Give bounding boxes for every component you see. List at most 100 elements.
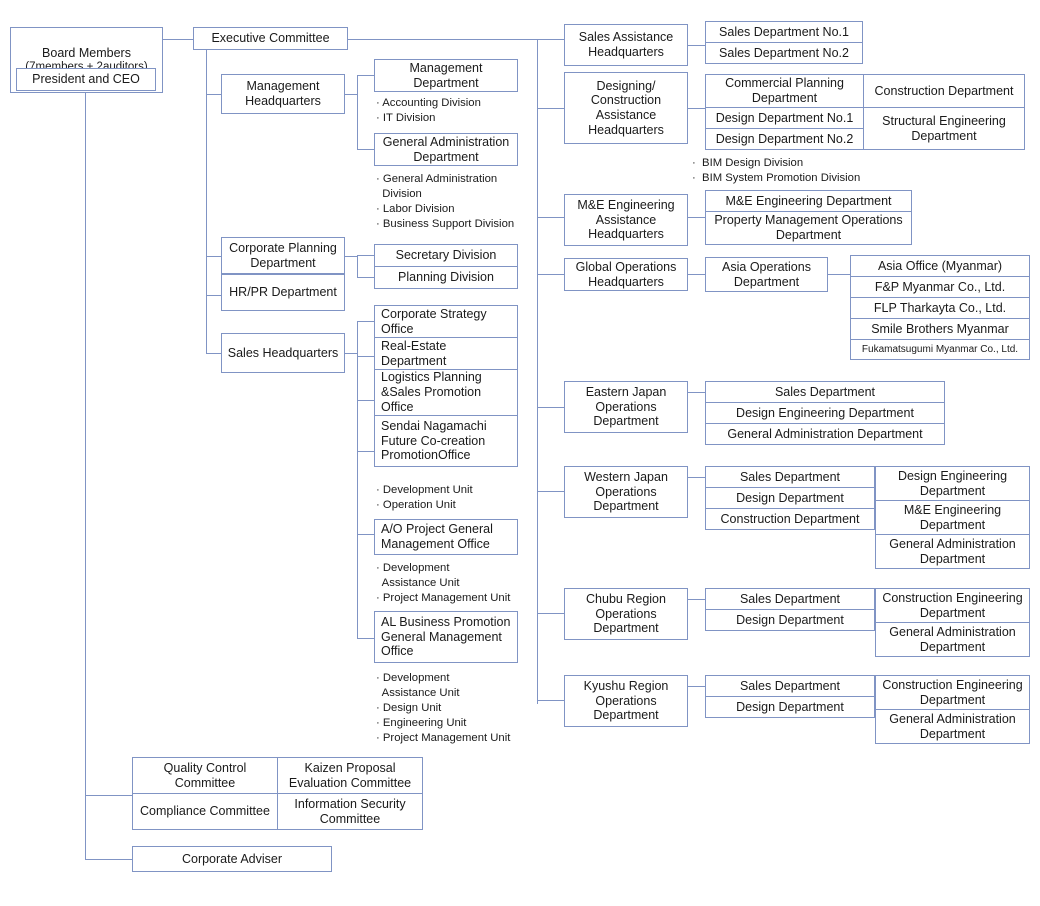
smile-brothers-box[interactable]: Smile Brothers Myanmar	[850, 318, 1030, 340]
kaizen-proposal-committee-box[interactable]: Kaizen Proposal Evaluation Committee	[277, 757, 423, 794]
ej-design-engineering-department-box[interactable]: Design Engineering Department	[705, 402, 945, 424]
fukamatsugumi-box[interactable]: Fukamatsugumi Myanmar Co., Ltd.	[850, 339, 1030, 360]
sendai-units-list: · Development Unit · Operation Unit	[376, 484, 473, 511]
connector-mgmt-dept	[357, 75, 374, 76]
ky-construction-engineering-department-box[interactable]: Construction Engineering Department	[875, 675, 1030, 710]
connector-exec-western	[537, 491, 564, 492]
management-department-box[interactable]: Management Department	[374, 59, 518, 92]
secretary-division-box[interactable]: Secretary Division	[374, 244, 518, 267]
wj-sales-department-box[interactable]: Sales Department	[705, 466, 875, 488]
connector-exec-mgmt-hq	[206, 94, 221, 95]
connector-planning	[357, 277, 374, 278]
corporate-adviser-box[interactable]: Corporate Adviser	[132, 846, 332, 872]
hr-pr-department-box[interactable]: HR/PR Department	[221, 274, 345, 311]
sendai-nagamachi-office-box[interactable]: Sendai Nagamachi Future Co-creation Prom…	[374, 415, 518, 467]
connector-sales-assist-depts	[688, 45, 705, 46]
connector-global-asia	[688, 274, 705, 275]
ao-project-office-box[interactable]: A/O Project General Management Office	[374, 519, 518, 555]
global-operations-headquarters-box[interactable]: Global Operations Headquarters	[564, 258, 688, 291]
connector-exec-chubu	[537, 613, 564, 614]
connector-kyushu-depts	[688, 686, 705, 687]
connector-exec-spine-right	[537, 39, 538, 704]
board-members-label: Board Members	[42, 45, 131, 60]
connector-exec-corp-planning	[206, 256, 221, 257]
eastern-japan-department-box[interactable]: Eastern Japan Operations Department	[564, 381, 688, 433]
connector-exec-kyushu	[537, 700, 564, 701]
sales-department-no1-box[interactable]: Sales Department No.1	[705, 21, 863, 43]
connector-designing-depts	[688, 108, 705, 109]
me-engineering-headquarters-box[interactable]: M&E Engineering Assistance Headquarters	[564, 194, 688, 246]
quality-control-committee-box[interactable]: Quality Control Committee	[132, 757, 278, 794]
connector-corp-strategy	[357, 321, 374, 322]
planning-division-box[interactable]: Planning Division	[374, 266, 518, 289]
general-administration-department-box[interactable]: General Administration Department	[374, 133, 518, 166]
design-department-no1-box[interactable]: Design Department No.1	[705, 107, 864, 129]
chubu-region-department-box[interactable]: Chubu Region Operations Department	[564, 588, 688, 640]
western-japan-department-box[interactable]: Western Japan Operations Department	[564, 466, 688, 518]
connector-logistics	[357, 400, 374, 401]
al-units-list: · Development Assistance Unit · Design U…	[376, 672, 511, 744]
wj-general-administration-department-box[interactable]: General Administration Department	[875, 534, 1030, 569]
construction-department-box[interactable]: Construction Department	[863, 74, 1025, 108]
ej-general-administration-department-box[interactable]: General Administration Department	[705, 423, 945, 445]
asia-operations-department-box[interactable]: Asia Operations Department	[705, 257, 828, 292]
property-management-department-box[interactable]: Property Management Operations Departmen…	[705, 211, 912, 245]
sales-department-no2-box[interactable]: Sales Department No.2	[705, 42, 863, 64]
sales-headquarters-box[interactable]: Sales Headquarters	[221, 333, 345, 373]
ao-units-list: · Development Assistance Unit · Project …	[376, 562, 511, 604]
kyushu-region-department-box[interactable]: Kyushu Region Operations Department	[564, 675, 688, 727]
connector-exec-hrpr	[206, 295, 221, 296]
connector-ceo-committees	[85, 795, 132, 796]
wj-construction-department-box[interactable]: Construction Department	[705, 508, 875, 530]
wj-me-engineering-department-box[interactable]: M&E Engineering Department	[875, 500, 1030, 535]
al-business-office-box[interactable]: AL Business Promotion General Management…	[374, 611, 518, 663]
connector-exec-me-hq	[537, 217, 564, 218]
connector-mgmt-hq-out	[345, 94, 357, 95]
ej-sales-department-box[interactable]: Sales Department	[705, 381, 945, 403]
connector-al-business	[357, 638, 374, 639]
fp-myanmar-box[interactable]: F&P Myanmar Co., Ltd.	[850, 276, 1030, 298]
connector-exec-designing-hq	[537, 108, 564, 109]
ky-general-administration-department-box[interactable]: General Administration Department	[875, 709, 1030, 744]
cb-general-administration-department-box[interactable]: General Administration Department	[875, 622, 1030, 657]
ky-design-department-box[interactable]: Design Department	[705, 696, 875, 718]
connector-ceo-spine	[85, 92, 86, 859]
flp-tharkayta-box[interactable]: FLP Tharkayta Co., Ltd.	[850, 297, 1030, 319]
real-estate-department-box[interactable]: Real-Estate Department	[374, 337, 518, 370]
connector-sales-spine	[357, 321, 358, 638]
ky-sales-department-box[interactable]: Sales Department	[705, 675, 875, 697]
commercial-planning-department-box[interactable]: Commercial Planning Department	[705, 74, 864, 108]
president-ceo-box[interactable]: President and CEO	[16, 68, 156, 91]
wj-design-department-box[interactable]: Design Department	[705, 487, 875, 509]
executive-committee-box[interactable]: Executive Committee	[193, 27, 348, 50]
connector-chubu-depts	[688, 599, 705, 600]
cb-construction-engineering-department-box[interactable]: Construction Engineering Department	[875, 588, 1030, 623]
asia-office-myanmar-box[interactable]: Asia Office (Myanmar)	[850, 255, 1030, 277]
connector-mgmt-spine	[357, 75, 358, 150]
wj-design-engineering-department-box[interactable]: Design Engineering Department	[875, 466, 1030, 501]
design-department-no2-box[interactable]: Design Department No.2	[705, 128, 864, 150]
connector-cp-spine	[357, 255, 358, 277]
structural-engineering-department-box[interactable]: Structural Engineering Department	[863, 107, 1025, 150]
connector-exec-right	[348, 39, 564, 40]
cb-design-department-box[interactable]: Design Department	[705, 609, 875, 631]
connector-sales-out	[345, 353, 357, 354]
connector-real-estate	[357, 356, 374, 357]
general-administration-divisions-list: · General Administration Division · Labo…	[376, 173, 515, 230]
me-engineering-department-box[interactable]: M&E Engineering Department	[705, 190, 912, 212]
connector-exec-sales-hq	[206, 353, 221, 354]
connector-eastern-depts	[688, 392, 705, 393]
logistics-planning-office-box[interactable]: Logistics Planning &Sales Promotion Offi…	[374, 369, 518, 416]
corporate-planning-department-box[interactable]: Corporate Planning Department	[221, 237, 345, 274]
cb-sales-department-box[interactable]: Sales Department	[705, 588, 875, 610]
organization-chart: Board Members (7members + 2auditors) Pre…	[0, 0, 1040, 906]
sales-assistance-headquarters-box[interactable]: Sales Assistance Headquarters	[564, 24, 688, 66]
corporate-strategy-office-box[interactable]: Corporate Strategy Office	[374, 305, 518, 338]
compliance-committee-box[interactable]: Compliance Committee	[132, 793, 278, 830]
connector-exec-spine-left	[206, 39, 207, 354]
connector-ao-project	[357, 534, 374, 535]
information-security-committee-box[interactable]: Information Security Committee	[277, 793, 423, 830]
management-headquarters-box[interactable]: Management Headquarters	[221, 74, 345, 114]
designing-construction-headquarters-box[interactable]: Designing/ Construction Assistance Headq…	[564, 72, 688, 144]
connector-asia-offices	[828, 274, 850, 275]
